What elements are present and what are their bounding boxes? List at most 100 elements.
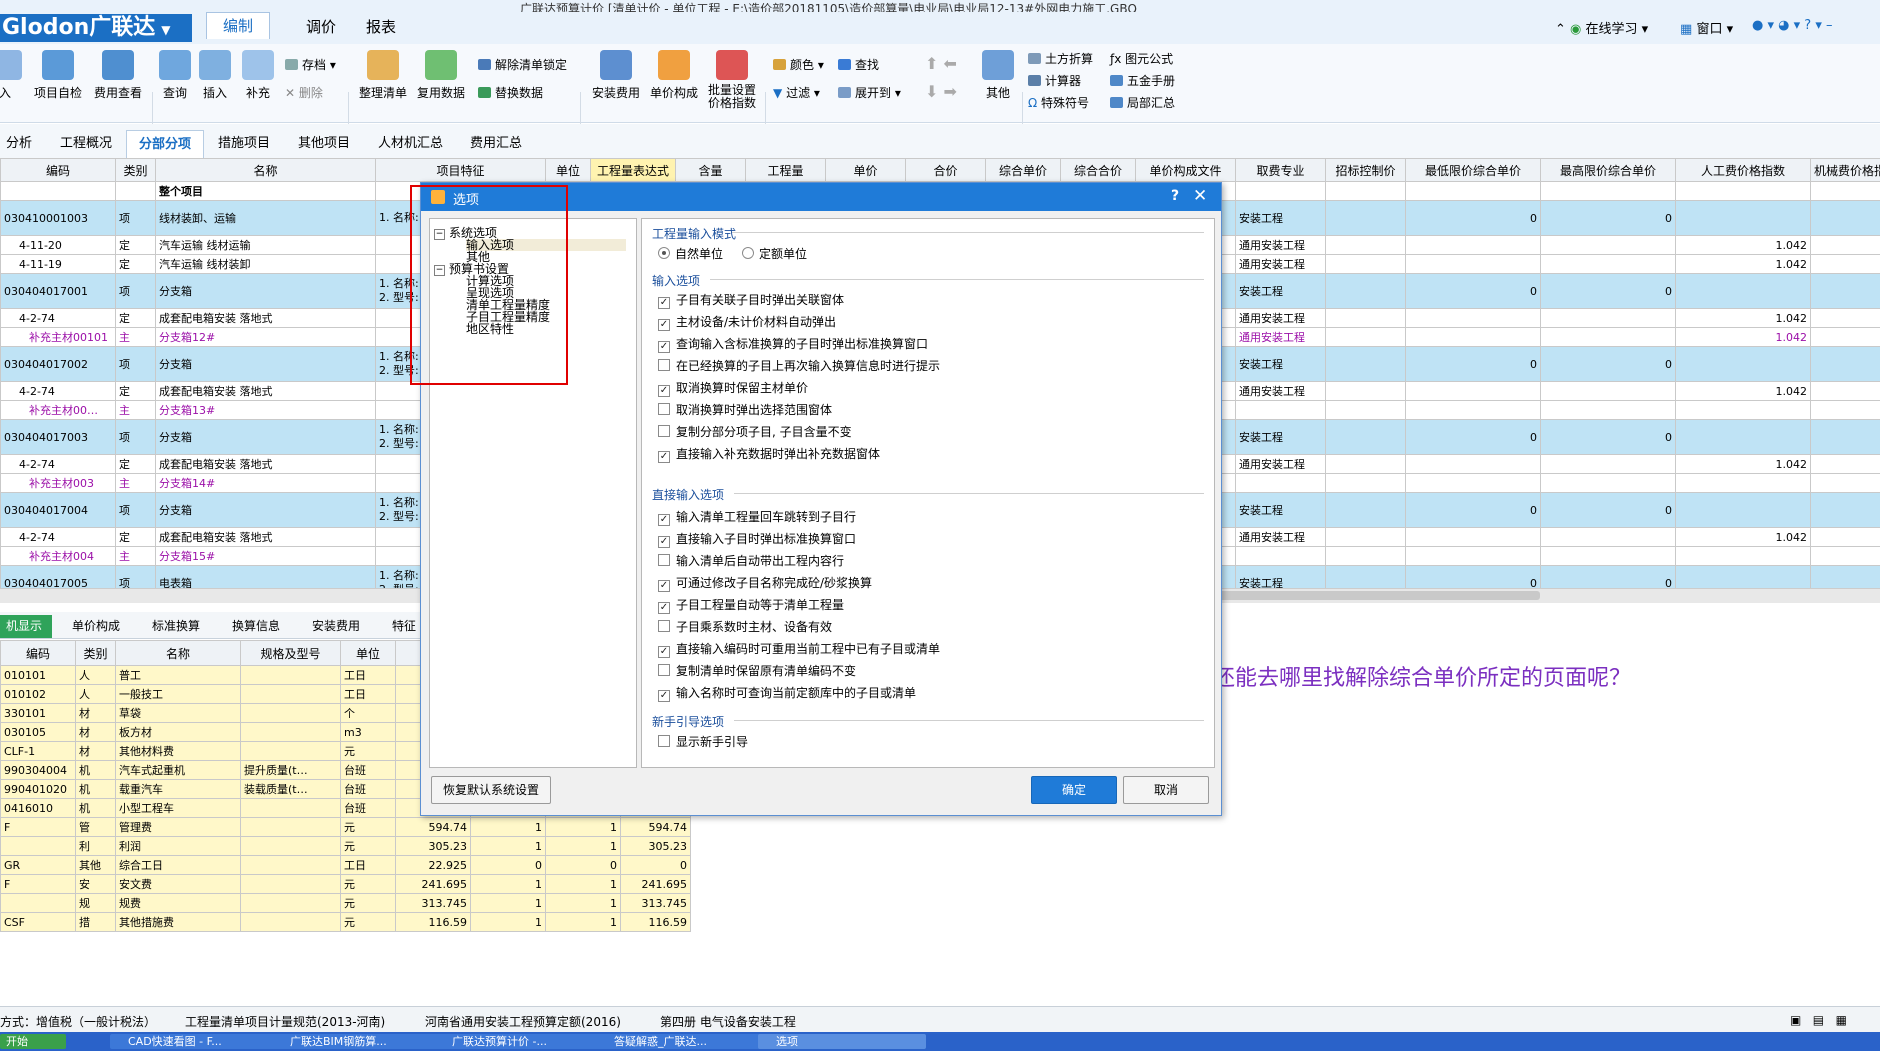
table-cell[interactable]: 030404017001 xyxy=(0,273,116,309)
table-cell[interactable] xyxy=(1540,235,1676,255)
table-cell[interactable]: 项 xyxy=(115,565,156,588)
table-cell[interactable] xyxy=(240,893,341,913)
table-cell[interactable]: 通用安装工程 xyxy=(1235,381,1326,401)
table-cell[interactable]: 人 xyxy=(75,665,116,685)
table-cell[interactable]: 241.695 xyxy=(395,874,471,894)
table-cell[interactable]: F xyxy=(0,817,76,837)
table-cell[interactable] xyxy=(1405,473,1541,493)
table-cell[interactable]: 管理费 xyxy=(115,817,241,837)
ribbon-reuse-button[interactable]: 复用数据 xyxy=(413,50,469,101)
table-cell[interactable]: 汽车运输 线材运输 xyxy=(155,235,376,255)
table-cell[interactable]: 定 xyxy=(115,527,156,547)
table-cell[interactable]: 030404017003 xyxy=(0,419,116,455)
table-cell[interactable]: 小型工程车 xyxy=(115,798,241,818)
table-cell[interactable]: 人 xyxy=(75,684,116,704)
table-cell[interactable] xyxy=(1810,454,1880,474)
table-cell[interactable]: 1 xyxy=(545,874,621,894)
table-cell[interactable]: 装载质量(t… xyxy=(240,779,341,799)
table-cell[interactable]: 草袋 xyxy=(115,703,241,723)
table-cell[interactable] xyxy=(1325,235,1406,255)
table-cell[interactable] xyxy=(1325,273,1406,309)
table-cell[interactable]: 030105 xyxy=(0,722,76,742)
table-cell[interactable] xyxy=(1325,400,1406,420)
table-row[interactable]: F 安安文费元 241.695 1 1 241.695 xyxy=(0,874,691,894)
table-cell[interactable]: 030404017004 xyxy=(0,492,116,528)
table-cell[interactable] xyxy=(1675,181,1811,201)
checkbox-icon[interactable]: ✓ xyxy=(658,646,670,658)
window-menu[interactable]: ▦ 窗口 ▾ xyxy=(1680,18,1733,37)
table-cell[interactable]: 元 xyxy=(340,836,396,856)
table-cell[interactable] xyxy=(1325,181,1406,201)
table-cell[interactable]: 1 xyxy=(470,912,546,932)
taskbar-item[interactable]: CAD快速看图 - F... xyxy=(110,1034,278,1049)
table-cell[interactable] xyxy=(1540,527,1676,547)
table-cell[interactable] xyxy=(1540,327,1676,347)
table-cell[interactable]: 0 xyxy=(1405,273,1541,309)
table-cell[interactable]: 22.925 xyxy=(395,855,471,875)
formula-button[interactable]: ƒx 图元公式 xyxy=(1110,50,1173,67)
table-cell[interactable]: 材 xyxy=(75,741,116,761)
option-checkbox[interactable]: ✓ 输入清单工程量回车跳转到子目行 xyxy=(658,508,856,526)
table-cell[interactable]: 0 xyxy=(1405,565,1541,588)
table-cell[interactable]: 0 xyxy=(1405,419,1541,455)
table-cell[interactable] xyxy=(1675,546,1811,566)
table-cell[interactable]: 313.745 xyxy=(620,893,691,913)
table-cell[interactable]: 安装工程 xyxy=(1235,565,1326,588)
move-down-icon[interactable]: ⬇ ➡ xyxy=(925,82,957,101)
table-cell[interactable]: 元 xyxy=(340,893,396,913)
table-cell[interactable]: 1.042 xyxy=(1675,454,1811,474)
ribbon-query-button[interactable]: 查询 xyxy=(155,50,195,101)
column-header[interactable]: 编码 xyxy=(0,640,76,666)
table-cell[interactable] xyxy=(1675,200,1811,236)
table-cell[interactable] xyxy=(1810,327,1880,347)
tab-measures[interactable]: 措施项目 xyxy=(206,130,282,158)
table-cell[interactable]: 通用安装工程 xyxy=(1235,308,1326,328)
table-cell[interactable] xyxy=(1675,492,1811,528)
table-cell[interactable]: 4-2-74 xyxy=(0,308,116,328)
ribbon-fee-view-button[interactable]: 费用查看 xyxy=(88,50,148,101)
table-cell[interactable]: 材 xyxy=(75,703,116,723)
table-cell[interactable]: 台班 xyxy=(340,798,396,818)
table-cell[interactable]: 1 xyxy=(545,893,621,913)
table-cell[interactable] xyxy=(240,798,341,818)
show-guide-checkbox[interactable]: 显示新手引导 xyxy=(658,733,748,750)
column-header[interactable]: 类别 xyxy=(75,640,116,666)
table-cell[interactable]: 990304004 xyxy=(0,760,76,780)
ribbon-self-check-button[interactable]: 项目自检 xyxy=(28,50,88,101)
table-cell[interactable]: 普工 xyxy=(115,665,241,685)
table-cell[interactable] xyxy=(1675,565,1811,588)
table-cell[interactable]: 材 xyxy=(75,722,116,742)
tab-standard-convert[interactable]: 标准换算 xyxy=(142,615,210,638)
checkbox-icon[interactable] xyxy=(658,620,670,632)
table-cell[interactable]: 工日 xyxy=(340,684,396,704)
tab-unit-price[interactable]: 单价构成 xyxy=(62,615,130,638)
table-cell[interactable]: 安装工程 xyxy=(1235,200,1326,236)
table-cell[interactable] xyxy=(1405,327,1541,347)
table-cell[interactable] xyxy=(115,181,156,201)
table-cell[interactable] xyxy=(1405,308,1541,328)
tab-analysis[interactable]: 分析 xyxy=(0,130,44,158)
tab-fee-summary[interactable]: 费用汇总 xyxy=(458,130,534,158)
table-cell[interactable]: 措 xyxy=(75,912,116,932)
table-cell[interactable] xyxy=(240,874,341,894)
table-cell[interactable]: 0 xyxy=(1405,492,1541,528)
option-checkbox[interactable]: ✓ 取消换算时保留主材单价 xyxy=(658,379,808,397)
table-cell[interactable]: 补充主材00101 xyxy=(0,327,116,347)
table-cell[interactable]: 机 xyxy=(75,760,116,780)
tab-convert-info[interactable]: 换算信息 xyxy=(222,615,290,638)
table-cell[interactable]: 4-2-74 xyxy=(0,454,116,474)
table-cell[interactable] xyxy=(1325,492,1406,528)
table-cell[interactable]: 305.23 xyxy=(620,836,691,856)
checkbox-icon[interactable] xyxy=(658,359,670,371)
checkbox-icon[interactable] xyxy=(658,425,670,437)
help-icon[interactable]: ? xyxy=(1171,188,1179,204)
table-cell[interactable]: 313.745 xyxy=(395,893,471,913)
ribbon-import-button[interactable]: 入 xyxy=(0,50,22,101)
table-row[interactable]: F 管管理费元 594.74 1 1 594.74 xyxy=(0,817,691,837)
mascot-icon[interactable]: ◕ xyxy=(1778,18,1789,33)
table-cell[interactable]: 其他 xyxy=(75,855,116,875)
table-cell[interactable] xyxy=(1810,181,1880,201)
taskbar-item[interactable]: 广联达预算计价 -... xyxy=(434,1034,602,1049)
column-header[interactable]: 人工费价格指数 xyxy=(1675,158,1811,182)
table-cell[interactable]: 元 xyxy=(340,912,396,932)
